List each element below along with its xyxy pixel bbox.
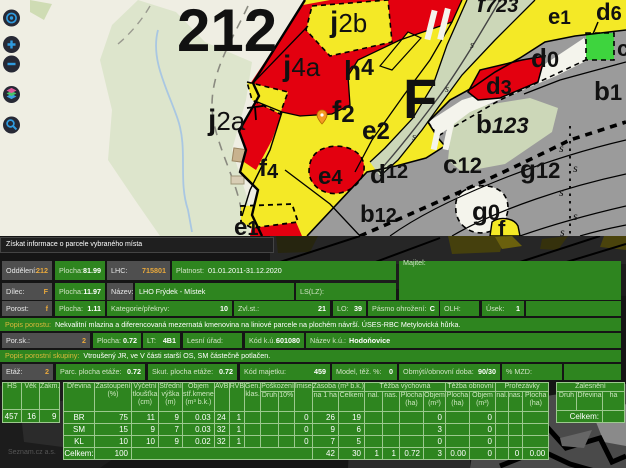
svg-text:d0: d0 [531, 43, 559, 73]
svg-text:s: s [559, 141, 564, 155]
svg-text:f723: f723 [477, 0, 518, 18]
svg-text:e1: e1 [548, 4, 571, 29]
svg-text:c: c [617, 36, 626, 61]
svg-text:e1: e1 [234, 214, 258, 236]
svg-text:s: s [560, 225, 565, 236]
svg-text:j2a: j2a [207, 104, 246, 137]
svg-text:b12: b12 [360, 201, 397, 228]
svg-text:s: s [470, 40, 474, 51]
svg-text:f: f [498, 216, 506, 236]
svg-text:F: F [403, 67, 437, 130]
svg-text:b123: b123 [476, 109, 529, 139]
svg-text:g12: g12 [520, 154, 560, 184]
svg-text:j2b: j2b [329, 6, 367, 39]
svg-text:e2: e2 [362, 115, 390, 145]
svg-text:b1: b1 [594, 76, 622, 106]
svg-text:g0: g0 [472, 196, 500, 226]
svg-text:s: s [573, 209, 578, 223]
svg-text:j4a: j4a [282, 50, 321, 83]
svg-text:s: s [559, 185, 564, 199]
svg-text:d3: d3 [486, 73, 512, 100]
svg-text:d6: d6 [596, 0, 622, 26]
svg-text:e4: e4 [318, 163, 343, 190]
svg-text:Seznam.cz a.s.: Seznam.cz a.s. [8, 449, 56, 456]
svg-text:c12: c12 [443, 149, 482, 179]
svg-text:212: 212 [177, 0, 277, 64]
svg-text:s: s [573, 161, 578, 175]
